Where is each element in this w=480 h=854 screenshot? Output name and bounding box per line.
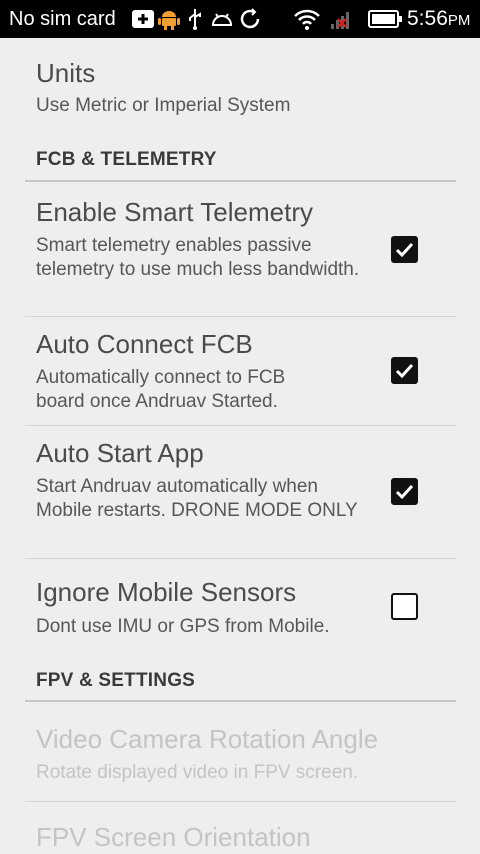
pref-title: Auto Connect FCB xyxy=(36,329,253,359)
status-bar: No sim card 5:56PM xyxy=(0,0,480,38)
pref-summary: Automatically connect to FCB board once … xyxy=(36,367,286,412)
sync-icon xyxy=(238,7,262,31)
auto-start-app-pref[interactable]: Auto Start App Start Andruav automatical… xyxy=(0,426,480,558)
category-fpv-settings: FPV & SETTINGS xyxy=(36,670,196,691)
pref-summary: Start Andruav automatically when Mobile … xyxy=(36,476,358,521)
settings-list[interactable]: Units Use Metric or Imperial System FCB … xyxy=(0,38,480,854)
auto-connect-fcb-pref[interactable]: Auto Connect FCB Automatically connect t… xyxy=(0,317,480,425)
clock-time: 5:56 xyxy=(407,7,448,30)
pref-summary: Rotate displayed video in FPV screen. xyxy=(36,762,359,783)
fpv-screen-orientation-pref: FPV Screen Orientation xyxy=(0,802,480,854)
ignore-mobile-sensors-checkbox[interactable] xyxy=(391,593,418,620)
units-pref[interactable]: Units Use Metric or Imperial System xyxy=(0,38,480,130)
pref-title: Video Camera Rotation Angle xyxy=(36,724,379,754)
auto-connect-fcb-checkbox[interactable] xyxy=(391,357,418,384)
android-debug-icon xyxy=(210,7,234,31)
smart-telemetry-checkbox[interactable] xyxy=(391,236,418,263)
category-fcb-telemetry: FCB & TELEMETRY xyxy=(36,149,217,170)
pref-title: Enable Smart Telemetry xyxy=(36,197,313,227)
smart-telemetry-pref[interactable]: Enable Smart Telemetry Smart telemetry e… xyxy=(0,182,480,316)
pref-title: Units xyxy=(36,58,96,88)
pref-title: Ignore Mobile Sensors xyxy=(36,577,297,607)
pref-summary: Smart telemetry enables passive telemetr… xyxy=(36,235,360,280)
add-notification-icon xyxy=(131,7,155,31)
ignore-mobile-sensors-pref[interactable]: Ignore Mobile Sensors Dont use IMU or GP… xyxy=(0,559,480,649)
wifi-icon xyxy=(294,7,320,31)
battery-icon xyxy=(368,7,402,31)
pref-summary: Use Metric or Imperial System xyxy=(36,95,291,116)
auto-start-app-checkbox[interactable] xyxy=(391,478,418,505)
pref-title: FPV Screen Orientation xyxy=(36,822,311,852)
pref-title: Auto Start App xyxy=(36,438,204,468)
android-icon xyxy=(158,7,180,31)
clock: 5:56PM xyxy=(407,7,470,31)
clock-ampm: PM xyxy=(447,12,471,29)
pref-summary: Dont use IMU or GPS from Mobile. xyxy=(36,616,330,637)
usb-icon xyxy=(186,7,204,31)
signal-no-sim-icon xyxy=(329,7,353,31)
video-camera-rotation-pref: Video Camera Rotation Angle Rotate displ… xyxy=(0,702,480,801)
carrier-label: No sim card xyxy=(9,8,116,30)
